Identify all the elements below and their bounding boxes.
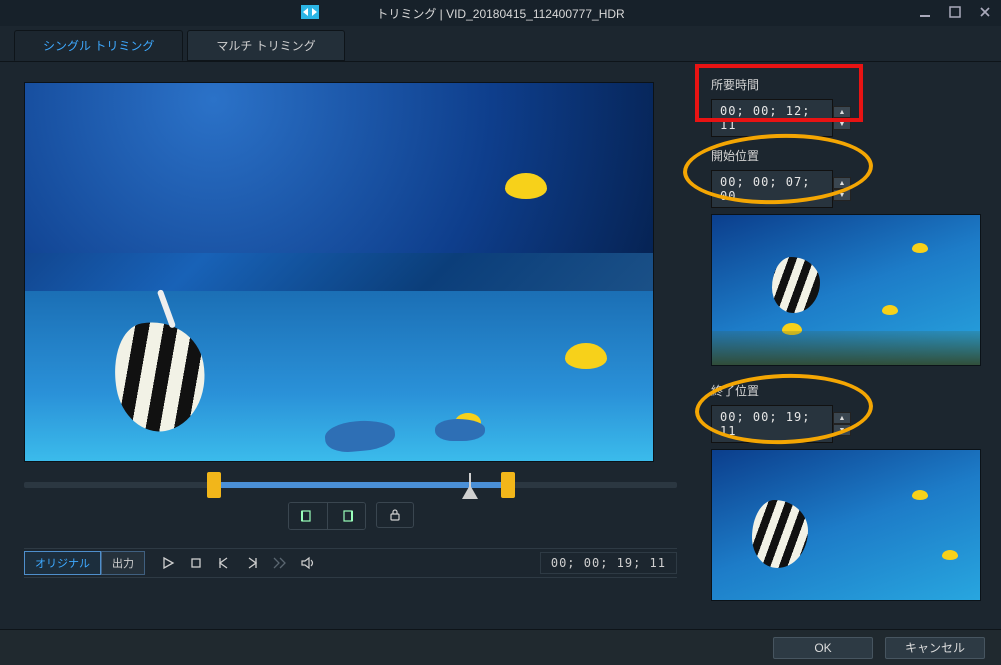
close-button[interactable]: [975, 4, 995, 20]
trim-selected-range: [207, 482, 501, 488]
app-icon: [301, 5, 319, 19]
trim-mode-tabs: シングル トリミング マルチ トリミング: [0, 26, 1001, 62]
mark-buttons-group: [288, 502, 366, 530]
duration-label: 所要時間: [711, 76, 985, 93]
mark-in-handle[interactable]: [207, 472, 221, 498]
minimize-button[interactable]: [915, 4, 935, 20]
cancel-button[interactable]: キャンセル: [885, 637, 985, 659]
current-timecode: 00; 00; 19; 11: [540, 552, 677, 574]
start-step-down[interactable]: ▼: [833, 189, 851, 201]
maximize-button[interactable]: [945, 4, 965, 20]
duration-input[interactable]: 00; 00; 12; 11: [711, 99, 833, 137]
duration-step-up[interactable]: ▲: [833, 106, 851, 118]
end-frame-thumbnail: [711, 449, 981, 601]
start-label: 開始位置: [711, 147, 985, 164]
duration-step-down[interactable]: ▼: [833, 118, 851, 130]
mark-in-button[interactable]: [289, 503, 327, 529]
end-step-down[interactable]: ▼: [833, 424, 851, 436]
prev-frame-button[interactable]: [215, 556, 233, 570]
play-button[interactable]: [159, 556, 177, 570]
fast-forward-button: [271, 556, 289, 570]
start-frame-thumbnail: [711, 214, 981, 366]
trim-timeline-track[interactable]: [24, 482, 677, 488]
end-section: 終了位置 00; 00; 19; 11 ▲ ▼: [711, 382, 985, 601]
ok-button[interactable]: OK: [773, 637, 873, 659]
tab-single-trim[interactable]: シングル トリミング: [14, 30, 183, 61]
end-input[interactable]: 00; 00; 19; 11: [711, 405, 833, 443]
window-title: トリミング | VID_20180415_112400777_HDR: [376, 5, 624, 22]
start-input[interactable]: 00; 00; 07; 00: [711, 170, 833, 208]
end-step-up[interactable]: ▲: [833, 412, 851, 424]
start-section: 開始位置 00; 00; 07; 00 ▲ ▼: [711, 147, 985, 366]
tab-multi-trim[interactable]: マルチ トリミング: [187, 30, 344, 61]
next-frame-button[interactable]: [243, 556, 261, 570]
preview-output-button[interactable]: 出力: [101, 551, 145, 575]
dialog-footer: OK キャンセル: [0, 629, 1001, 665]
lock-duration-button[interactable]: [376, 502, 414, 528]
end-label: 終了位置: [711, 382, 985, 399]
start-step-up[interactable]: ▲: [833, 177, 851, 189]
duration-section: 所要時間 00; 00; 12; 11 ▲ ▼: [711, 76, 985, 137]
volume-button[interactable]: [299, 556, 317, 570]
stop-button[interactable]: [187, 556, 205, 570]
preview-output-tabs: オリジナル 出力: [24, 551, 145, 575]
mark-out-button[interactable]: [327, 503, 365, 529]
playhead-indicator[interactable]: [462, 485, 478, 499]
titlebar: トリミング | VID_20180415_112400777_HDR: [0, 0, 1001, 26]
video-preview: [24, 82, 654, 462]
preview-original-button[interactable]: オリジナル: [24, 551, 101, 575]
mark-out-handle[interactable]: [501, 472, 515, 498]
